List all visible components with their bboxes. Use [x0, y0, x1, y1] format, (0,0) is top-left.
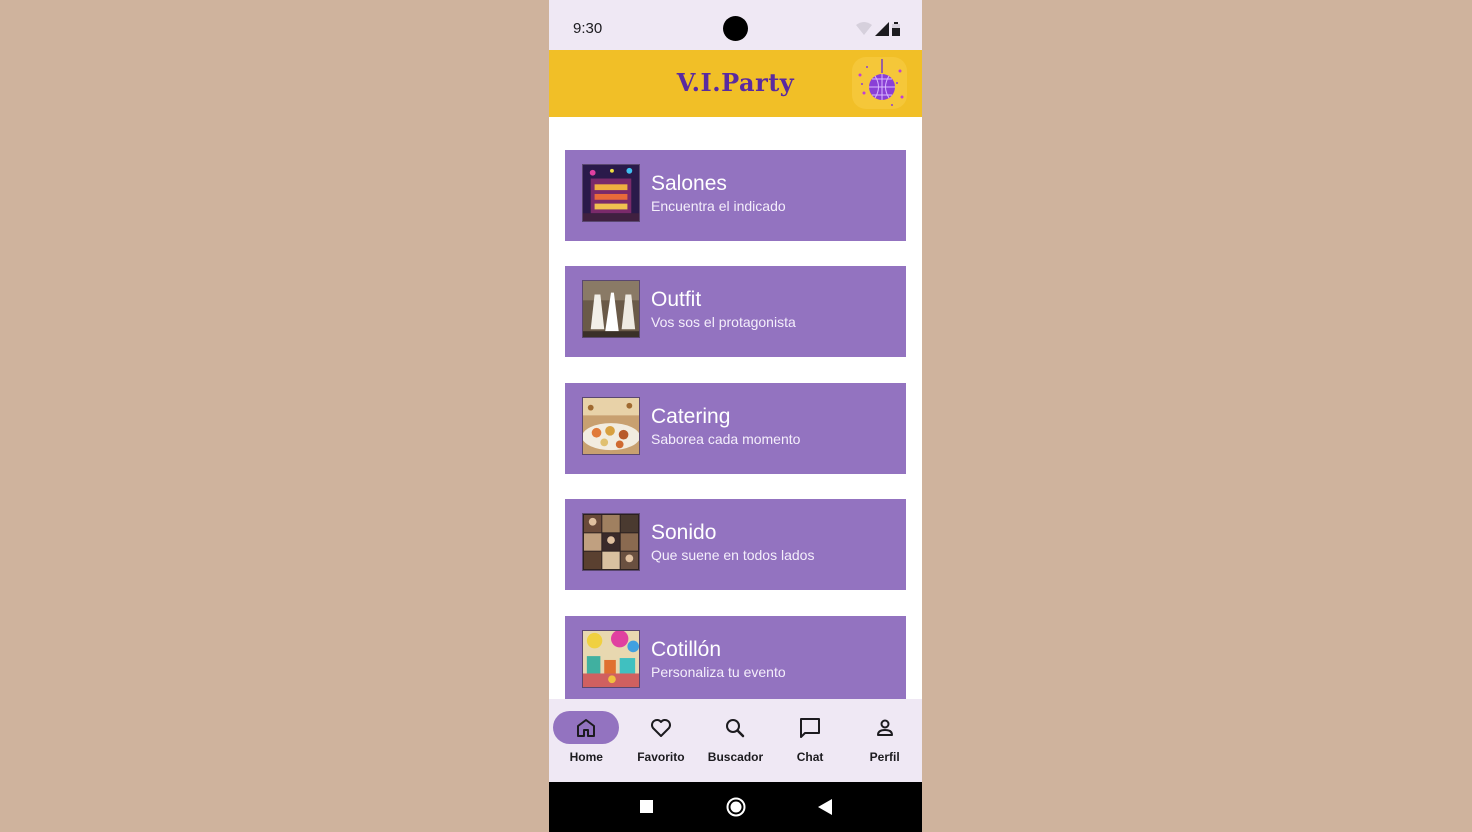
recents-icon[interactable]	[640, 800, 653, 813]
search-icon	[726, 719, 745, 738]
category-subtitle: Personaliza tu evento	[651, 664, 786, 680]
djs-collage-photo	[582, 513, 640, 571]
nav-label: Chat	[796, 750, 824, 764]
front-camera	[723, 16, 748, 41]
category-title: Sonido	[651, 521, 717, 544]
category-card-outfit[interactable]: Outfit Vos sos el protagonista	[565, 266, 906, 357]
category-title: Catering	[651, 405, 731, 428]
category-title: Outfit	[651, 288, 702, 311]
nav-label: Home	[569, 750, 603, 764]
heart-icon	[650, 719, 671, 737]
chat-icon	[800, 718, 821, 738]
category-title: Cotillón	[651, 638, 722, 661]
nav-label: Perfil	[869, 750, 900, 764]
category-subtitle: Saborea cada momento	[651, 431, 801, 447]
nav-item-buscador[interactable]: Buscador	[698, 699, 773, 782]
nav-label: Favorito	[637, 750, 685, 764]
nav-item-chat[interactable]: Chat	[773, 699, 848, 782]
system-navigation-bar	[549, 782, 922, 832]
status-time: 9:30	[573, 20, 603, 37]
category-card-sonido[interactable]: Sonido Que suene en todos lados	[565, 499, 906, 590]
category-card-cotillon[interactable]: Cotillón Personaliza tu evento	[565, 616, 906, 699]
home-icon	[577, 719, 596, 737]
status-bar: 9:30	[549, 0, 922, 50]
disco-ball-icon[interactable]	[852, 57, 907, 109]
status-icons	[856, 22, 900, 36]
home-circle-icon[interactable]	[726, 797, 746, 817]
venue-building-photo	[582, 164, 640, 222]
party-favors-photo	[582, 630, 640, 688]
category-subtitle: Vos sos el protagonista	[651, 314, 796, 330]
nav-item-perfil[interactable]: Perfil	[847, 699, 922, 782]
category-title: Salones	[651, 172, 727, 195]
banquet-table-photo	[582, 397, 640, 455]
app-bar: V.I.Party	[549, 50, 922, 117]
bottom-navigation: Home Favorito Buscador Chat Perfil	[549, 699, 922, 782]
cell-signal-icon	[875, 22, 889, 36]
person-icon	[876, 719, 893, 736]
category-subtitle: Que suene en todos lados	[651, 547, 815, 563]
category-subtitle: Encuentra el indicado	[651, 198, 786, 214]
category-list[interactable]: Salones Encuentra el indicado Outfit Vos…	[549, 117, 922, 699]
nav-label: Buscador	[707, 750, 764, 764]
phone-screen: 9:30 V.I.Party Salones Encuentra el indi…	[549, 0, 922, 832]
category-card-salones[interactable]: Salones Encuentra el indicado	[565, 150, 906, 241]
category-card-catering[interactable]: Catering Saborea cada momento	[565, 383, 906, 474]
back-icon[interactable]	[818, 799, 832, 815]
battery-icon	[892, 22, 900, 36]
wifi-icon	[856, 22, 872, 35]
wedding-dresses-photo	[582, 280, 640, 338]
nav-item-favorito[interactable]: Favorito	[624, 699, 699, 782]
nav-item-home[interactable]: Home	[549, 699, 624, 782]
